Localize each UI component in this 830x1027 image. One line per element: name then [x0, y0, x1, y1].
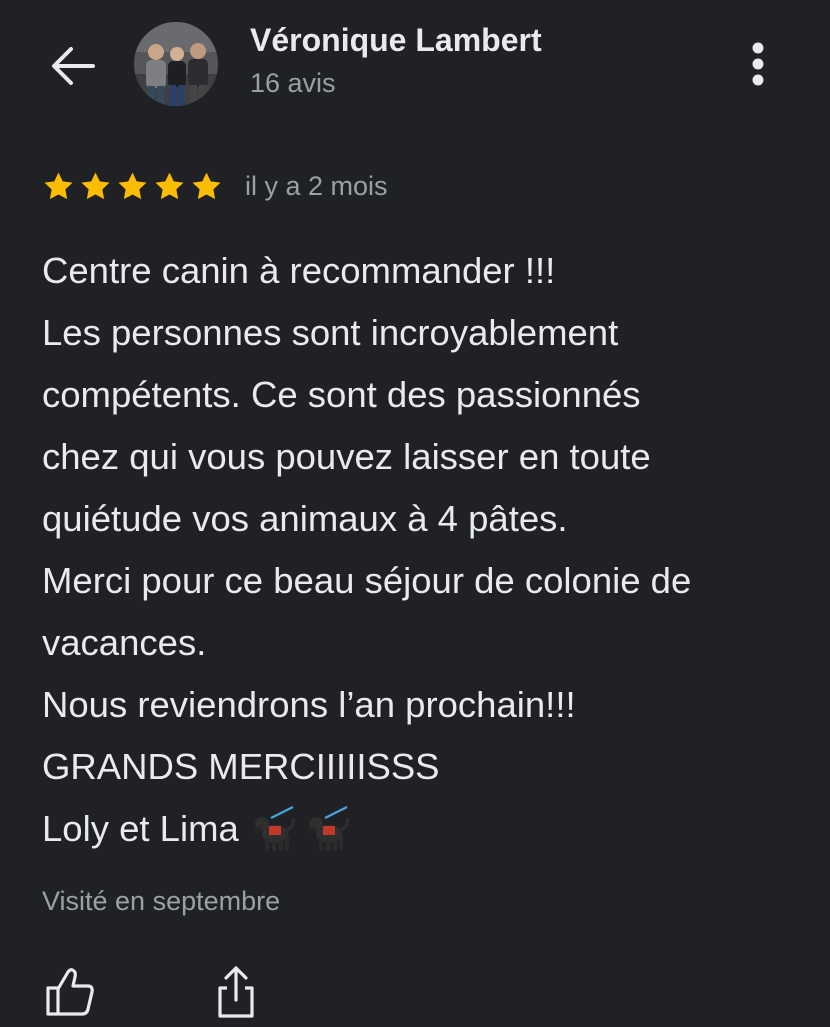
- visit-date: Visité en septembre: [42, 886, 281, 916]
- star-icon: [44, 171, 73, 199]
- review-line: vacances.: [42, 622, 207, 663]
- star-icon: [118, 171, 147, 199]
- share-button[interactable]: [206, 962, 266, 1022]
- review-line: Nous reviendrons l’an prochain!!!: [42, 684, 576, 725]
- star-icon: [155, 171, 184, 199]
- service-dog-emoji: [253, 806, 295, 851]
- review-line: chez qui vous pouvez laisser en toute: [42, 436, 651, 477]
- profile-photo: [134, 22, 218, 106]
- star-icon: [192, 171, 221, 199]
- review-text: Centre canin à recommander !!! Les perso…: [42, 240, 802, 860]
- more-vert-icon: [752, 42, 764, 86]
- star-icon: [81, 171, 110, 199]
- rating-row: il y a 2 mois: [42, 166, 388, 206]
- avatar[interactable]: [134, 22, 218, 106]
- share-icon: [218, 966, 254, 1018]
- review-header: Véronique Lambert 16 avis: [0, 0, 830, 130]
- review-line: Centre canin à recommander !!!: [42, 250, 556, 291]
- review-date: il y a 2 mois: [245, 170, 388, 201]
- like-button[interactable]: [40, 962, 100, 1022]
- review-line: Les personnes sont incroyablement: [42, 312, 619, 353]
- review-line-signature: Loly et Lima: [42, 798, 802, 860]
- review-line: Merci pour ce beau séjour de colonie de: [42, 560, 692, 601]
- more-options-button[interactable]: [734, 36, 782, 92]
- review-line: compétents. Ce sont des passionnés: [42, 374, 641, 415]
- review-line: GRANDS MERCIIIIISSS: [42, 746, 440, 787]
- review-line: Loly et Lima: [42, 808, 239, 849]
- star-rating: [42, 170, 223, 203]
- thumb-up-icon: [46, 968, 94, 1016]
- review-line: quiétude vos animaux à 4 pâtes.: [42, 498, 568, 539]
- author-name[interactable]: Véronique Lambert: [250, 22, 542, 59]
- service-dog-emoji: [307, 806, 349, 851]
- back-button[interactable]: [44, 38, 100, 94]
- review-count: 16 avis: [250, 68, 336, 98]
- arrow-left-icon: [52, 47, 95, 85]
